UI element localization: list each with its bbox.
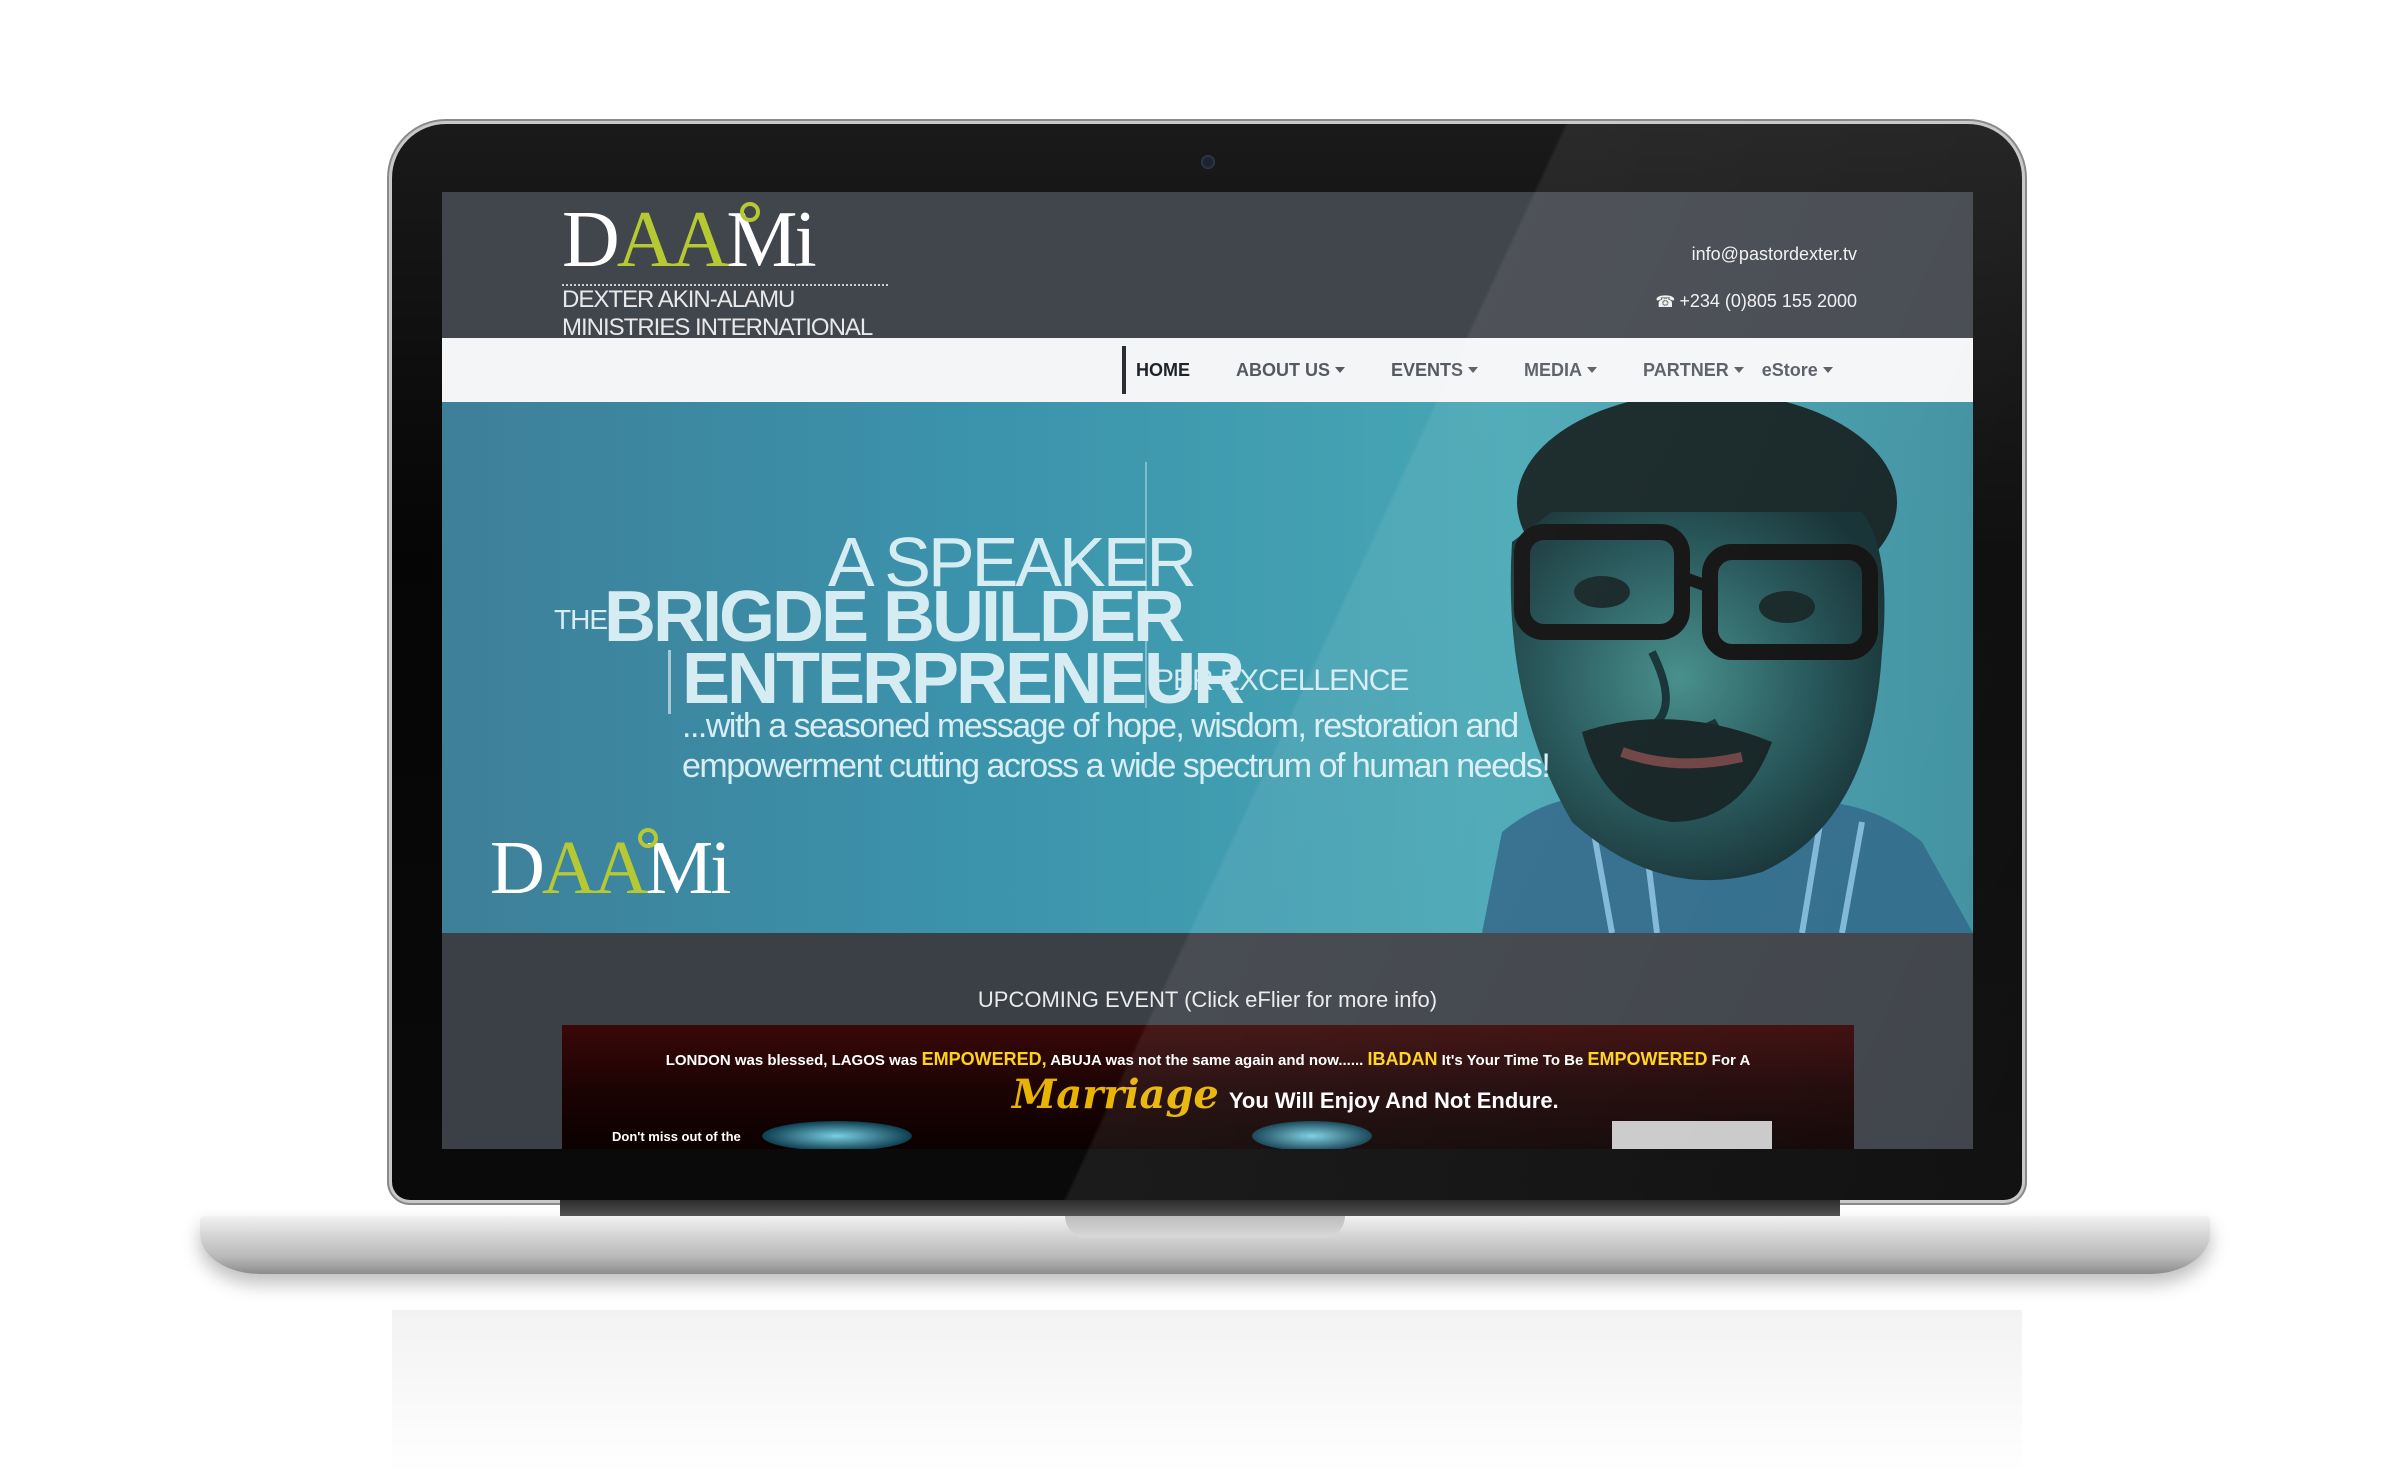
flier-empowered-2: EMPOWERED	[1587, 1049, 1708, 1069]
hero-logo-letters-aa: AA	[541, 826, 649, 910]
phone-icon: ☎	[1655, 294, 1676, 311]
hero-logo-letters-mi: Mi	[645, 826, 732, 910]
flier-empowered-1: EMPOWERED,	[921, 1049, 1047, 1069]
nav-label-estore: eStore	[1761, 359, 1818, 380]
hero-logo-letter-d: D	[490, 826, 545, 910]
nav-label-events: EVENTS	[1391, 359, 1464, 380]
nav-items: HOME ABOUT US EVENTS MEDIA PARTNER eStor…	[1122, 338, 1879, 402]
nav-label-about-us: ABOUT US	[1236, 359, 1330, 380]
webcam	[1201, 155, 1215, 169]
nav-item-events[interactable]: EVENTS	[1391, 359, 1479, 381]
flier-stage-light	[1252, 1121, 1372, 1149]
flier-part2: ABUJA was not the same again and now....…	[1046, 1052, 1368, 1069]
laptop-hinge	[560, 1200, 1840, 1216]
flier-subline: Marriage You Will Enjoy And Not Endure.	[1012, 1071, 1559, 1118]
flier-part4: For A	[1707, 1052, 1751, 1069]
flier-headline: LONDON was blessed, LAGOS was EMPOWERED,…	[562, 1049, 1854, 1070]
contact-info: info@pastordexter.tv ☎ +234 (0)805 155 20…	[1655, 244, 1857, 338]
hero-line-per-excellence: PER EXCELLENCE	[1154, 664, 1409, 697]
nav-label-home: HOME	[1136, 359, 1190, 380]
nav-label-partner: PARTNER	[1643, 359, 1729, 380]
logo-letter-d: D	[562, 196, 620, 284]
laptop-reflection	[392, 1310, 2022, 1476]
hero-line-the: THE	[554, 604, 608, 635]
caret-down-icon	[1733, 367, 1744, 373]
hero-message: ...with a seasoned message of hope, wisd…	[682, 706, 1551, 786]
nav-item-about-us[interactable]: ABOUT US	[1236, 360, 1345, 381]
nav-item-home[interactable]: HOME	[1122, 346, 1190, 394]
flier-stage-light	[762, 1121, 912, 1149]
hero-message-line1: ...with a seasoned message of hope, wisd…	[682, 707, 1519, 745]
upcoming-event-section: UPCOMING EVENT (Click eFlier for more in…	[442, 933, 1973, 1149]
laptop-screen: DAAMi DEXTER AKIN-ALAMU MINISTRIES INTER…	[442, 192, 1973, 1149]
flier-marriage: Marriage	[1012, 1071, 1219, 1118]
flier-part3: It's Your Time To Be	[1437, 1052, 1588, 1069]
hero-message-line2: empowerment cutting across a wide spectr…	[682, 747, 1551, 785]
caret-down-icon	[1587, 367, 1598, 373]
contact-phone[interactable]: +234 (0)805 155 2000	[1679, 291, 1857, 311]
nav-item-partner[interactable]: PARTNER	[1643, 360, 1744, 381]
caret-down-icon	[1822, 367, 1833, 373]
logo-dot-icon	[740, 202, 760, 222]
hero-logo: DAAMi	[490, 828, 731, 912]
nav-item-estore[interactable]: eStore	[1762, 360, 1833, 381]
flier-tagline: You Will Enjoy And Not Endure.	[1228, 1088, 1559, 1113]
contact-email[interactable]: info@pastordexter.tv	[1655, 244, 1857, 265]
hero-banner[interactable]: A SPEAKER THE BRIGDE BUILDER ENTERPRENEU…	[442, 402, 1973, 933]
site-header: DAAMi DEXTER AKIN-ALAMU MINISTRIES INTER…	[442, 192, 1973, 341]
logo-letters-aa: AA	[616, 196, 730, 284]
laptop-base	[200, 1216, 2210, 1274]
laptop-lid: DAAMi DEXTER AKIN-ALAMU MINISTRIES INTER…	[392, 124, 2022, 1200]
logo-name-line1: DEXTER AKIN-ALAMU	[562, 286, 795, 313]
site-logo[interactable]: DAAMi DEXTER AKIN-ALAMU MINISTRIES INTER…	[562, 200, 888, 342]
event-eflier[interactable]: LONDON was blessed, LAGOS was EMPOWERED,…	[562, 1025, 1854, 1149]
contact-phone-row: ☎ +234 (0)805 155 2000	[1655, 291, 1857, 312]
speaker-portrait	[1482, 402, 1973, 933]
flier-photo	[1612, 1121, 1772, 1149]
nav-label-media: MEDIA	[1524, 359, 1583, 380]
caret-down-icon	[1335, 367, 1345, 373]
caret-down-icon	[1468, 367, 1479, 373]
flier-dont-miss: Don't miss out of the	[612, 1129, 741, 1144]
hero-logo-dot-icon	[638, 828, 658, 848]
nav-item-media[interactable]: MEDIA	[1524, 359, 1598, 381]
hero-logo-mark: DAAMi	[490, 828, 731, 912]
logo-mark: DAAMi	[562, 200, 888, 282]
event-title: UPCOMING EVENT (Click eFlier for more in…	[977, 987, 1438, 1012]
main-navbar: HOME ABOUT US EVENTS MEDIA PARTNER eStor…	[442, 338, 1973, 402]
flier-part1: LONDON was blessed, LAGOS was	[665, 1052, 922, 1069]
laptop-notch	[1065, 1216, 1345, 1238]
hero-accent-bar	[668, 650, 671, 714]
flier-ibadan: IBADAN	[1367, 1049, 1438, 1069]
